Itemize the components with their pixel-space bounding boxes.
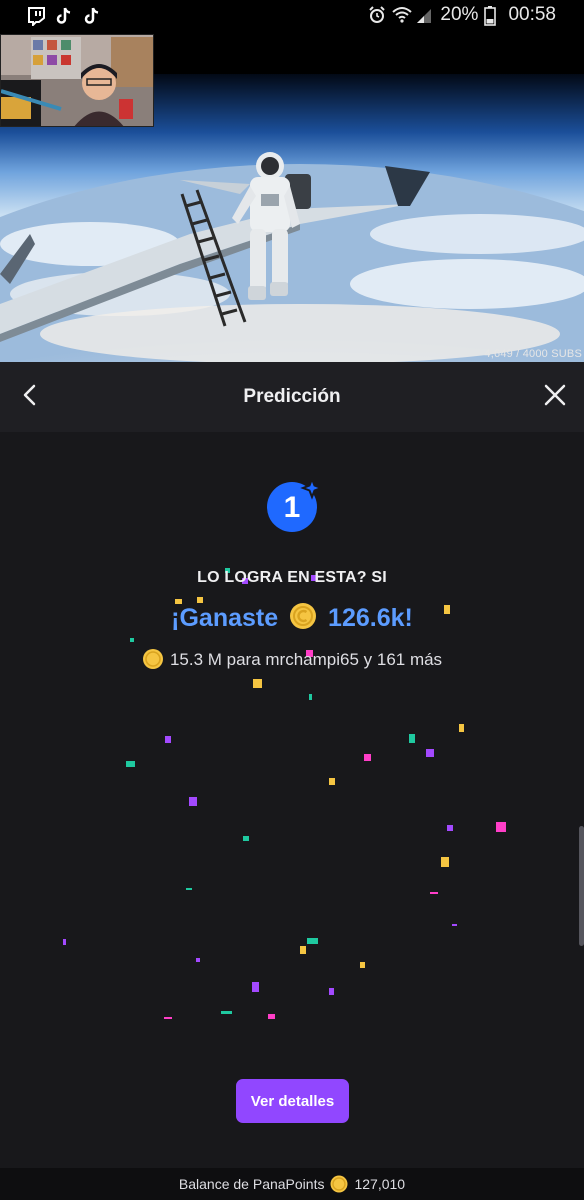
- alarm-icon: [368, 6, 386, 24]
- signal-icon: [416, 6, 434, 24]
- winners-summary: 15.3 M para mrchampi65 y 161 más: [0, 648, 584, 670]
- prediction-panel: Predicción 1 LO LOGRA EN ESTA? SI ¡Ganas…: [0, 362, 584, 1200]
- badge-number: 1: [284, 491, 301, 524]
- panel-title: Predicción: [243, 386, 341, 407]
- wifi-icon: [392, 6, 413, 24]
- prediction-outcome: LO LOGRA EN ESTA? SI: [197, 569, 387, 586]
- clock-time: 00:58: [508, 4, 556, 25]
- subs-counter: 4,649 / 4000 SUBS: [484, 348, 582, 360]
- won-message: ¡Ganaste 126.6k!: [0, 602, 584, 633]
- battery-icon: [484, 6, 502, 26]
- system-status: 20% 00:58: [368, 4, 556, 26]
- scrollbar-thumb[interactable]: [579, 826, 584, 946]
- points-balance-bar: Balance de PanaPoints 127,010: [0, 1168, 584, 1200]
- view-details-button[interactable]: Ver detalles: [236, 1079, 349, 1123]
- close-icon: [544, 384, 566, 411]
- notification-icons: [26, 6, 102, 26]
- twitch-icon: [26, 6, 46, 26]
- winners-text: 15.3 M para mrchampi65 y 161 más: [169, 650, 443, 669]
- won-prefix: ¡Ganaste: [171, 604, 279, 632]
- panel-header: Predicción: [0, 362, 584, 432]
- balance-value: 127,010: [354, 1176, 406, 1192]
- status-bar: 20% 00:58: [0, 0, 584, 34]
- close-button[interactable]: [540, 382, 570, 412]
- coin-icon: [289, 602, 317, 630]
- prediction-winner-badge: 1: [266, 476, 324, 532]
- facecam-overlay: [0, 34, 154, 127]
- balance-label: Balance de PanaPoints: [178, 1176, 325, 1192]
- won-amount: 126.6k!: [328, 604, 413, 632]
- coin-icon: [330, 1175, 348, 1193]
- coin-icon: [142, 648, 164, 670]
- tiktok-icon: [54, 6, 74, 26]
- battery-percent: 20%: [440, 4, 479, 25]
- video-player[interactable]: 4,649 / 4000 SUBS: [0, 34, 584, 362]
- tiktok-icon: [82, 6, 102, 26]
